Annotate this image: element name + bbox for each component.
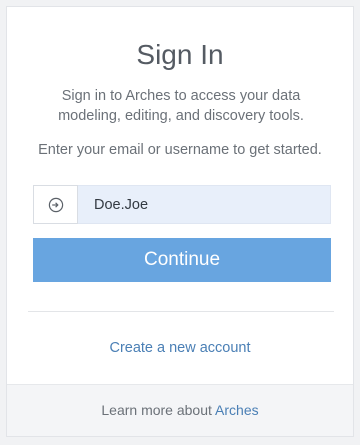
- username-field[interactable]: [78, 185, 331, 224]
- create-account-link[interactable]: Create a new account: [7, 340, 353, 356]
- footer-text: Learn more about: [101, 402, 212, 418]
- page-title: Sign In: [136, 39, 224, 70]
- sign-in-icon: [33, 185, 78, 224]
- username-input-group: [33, 185, 331, 224]
- footer: Learn more about Arches: [7, 384, 353, 436]
- continue-button[interactable]: Continue: [33, 238, 331, 282]
- signin-card: Sign In Sign in to Arches to access your…: [6, 6, 354, 437]
- divider: [28, 311, 334, 312]
- signin-description: Sign in to Arches to access your data mo…: [58, 88, 304, 124]
- signin-prompt: Enter your email or username to get star…: [38, 142, 322, 158]
- arches-link[interactable]: Arches: [215, 402, 259, 418]
